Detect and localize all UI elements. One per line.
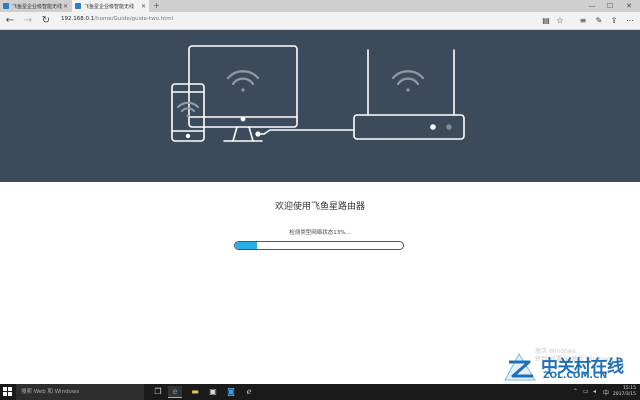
- ime-icon[interactable]: 中: [603, 388, 609, 397]
- web-note-icon[interactable]: ✎: [593, 15, 605, 26]
- router-wifi-icon: [391, 70, 425, 92]
- file-explorer-icon[interactable]: ▬: [188, 386, 202, 398]
- detection-status-text: 检测类型网络状态13%...: [289, 230, 351, 236]
- monitor-icon: [188, 45, 298, 142]
- taskbar: 搜索 Web 和 Windows ❐ e ▬ ▣ ◙ ℯ ⌃ ▭ ◂ 中 15:…: [0, 384, 640, 400]
- tray-chevron-icon[interactable]: ⌃: [573, 388, 578, 395]
- network-icon[interactable]: ▭: [583, 388, 589, 395]
- reading-view-icon[interactable]: ▤: [540, 15, 552, 26]
- devices-illustration: [171, 45, 465, 142]
- forward-icon[interactable]: →: [21, 14, 35, 27]
- page-title: 欢迎使用飞鱼星路由器: [274, 202, 365, 212]
- store-icon[interactable]: ▣: [206, 386, 220, 398]
- tab-favicon-icon: [75, 3, 81, 9]
- watermark-site: ZOL.COM.CN: [543, 371, 608, 381]
- favorite-star-icon[interactable]: ☆: [554, 15, 566, 26]
- phone-icon: [171, 83, 205, 142]
- close-window-button[interactable]: ✕: [620, 0, 638, 12]
- url-host: 192.168.0.1: [61, 16, 95, 22]
- volume-icon[interactable]: ◂: [593, 388, 596, 395]
- tab-2[interactable]: 飞鱼星企业级智能无线 ✕: [72, 0, 149, 12]
- cable-line: [257, 129, 355, 135]
- phone-wifi-icon: [176, 101, 200, 118]
- tab-close-icon[interactable]: ✕: [63, 3, 68, 10]
- tab-title: 飞鱼星企业级智能无线: [84, 3, 135, 10]
- taskbar-search-box[interactable]: 搜索 Web 和 Windows: [16, 384, 144, 400]
- url-path: /home/Guide/guide-two.html: [94, 16, 174, 22]
- tab-1[interactable]: 飞鱼星企业级智能无线 | 网 ✕: [0, 0, 71, 12]
- windows-start-icon[interactable]: [3, 387, 13, 397]
- ie-browser-icon[interactable]: ℯ: [242, 386, 256, 398]
- app-icon[interactable]: ◙: [224, 386, 238, 398]
- new-tab-button[interactable]: +: [153, 1, 160, 10]
- clock-date: 2017/3/15: [612, 392, 636, 397]
- edge-browser-icon[interactable]: e: [168, 386, 182, 398]
- task-view-icon[interactable]: ❐: [151, 386, 165, 398]
- hero-banner: [0, 30, 640, 182]
- tab-favicon-icon: [3, 3, 9, 9]
- monitor-wifi-icon: [226, 70, 260, 92]
- tab-strip: 飞鱼星企业级智能无线 | 网 ✕ 飞鱼星企业级智能无线 ✕ + — ☐ ✕: [0, 0, 640, 12]
- more-icon[interactable]: ⋯: [624, 15, 636, 26]
- address-bar[interactable]: 192.168.0.1/home/Guide/guide-two.html: [61, 16, 173, 22]
- maximize-button[interactable]: ☐: [601, 0, 619, 12]
- progress-fill: [235, 242, 257, 249]
- taskbar-clock[interactable]: 15:15 2017/3/15: [613, 386, 636, 398]
- progress-bar: [234, 241, 404, 250]
- hub-icon[interactable]: ≡: [577, 15, 589, 26]
- zol-logo-icon: [504, 352, 536, 381]
- back-icon[interactable]: ←: [3, 14, 17, 27]
- minimize-button[interactable]: —: [583, 0, 601, 12]
- tab-close-icon[interactable]: ✕: [141, 3, 146, 10]
- refresh-icon[interactable]: ↻: [39, 14, 53, 27]
- share-icon[interactable]: ⇪: [608, 15, 620, 26]
- navigation-bar: ← → ↻ 192.168.0.1/home/Guide/guide-two.h…: [0, 12, 640, 30]
- tab-title: 飞鱼星企业级智能无线 | 网: [12, 3, 63, 10]
